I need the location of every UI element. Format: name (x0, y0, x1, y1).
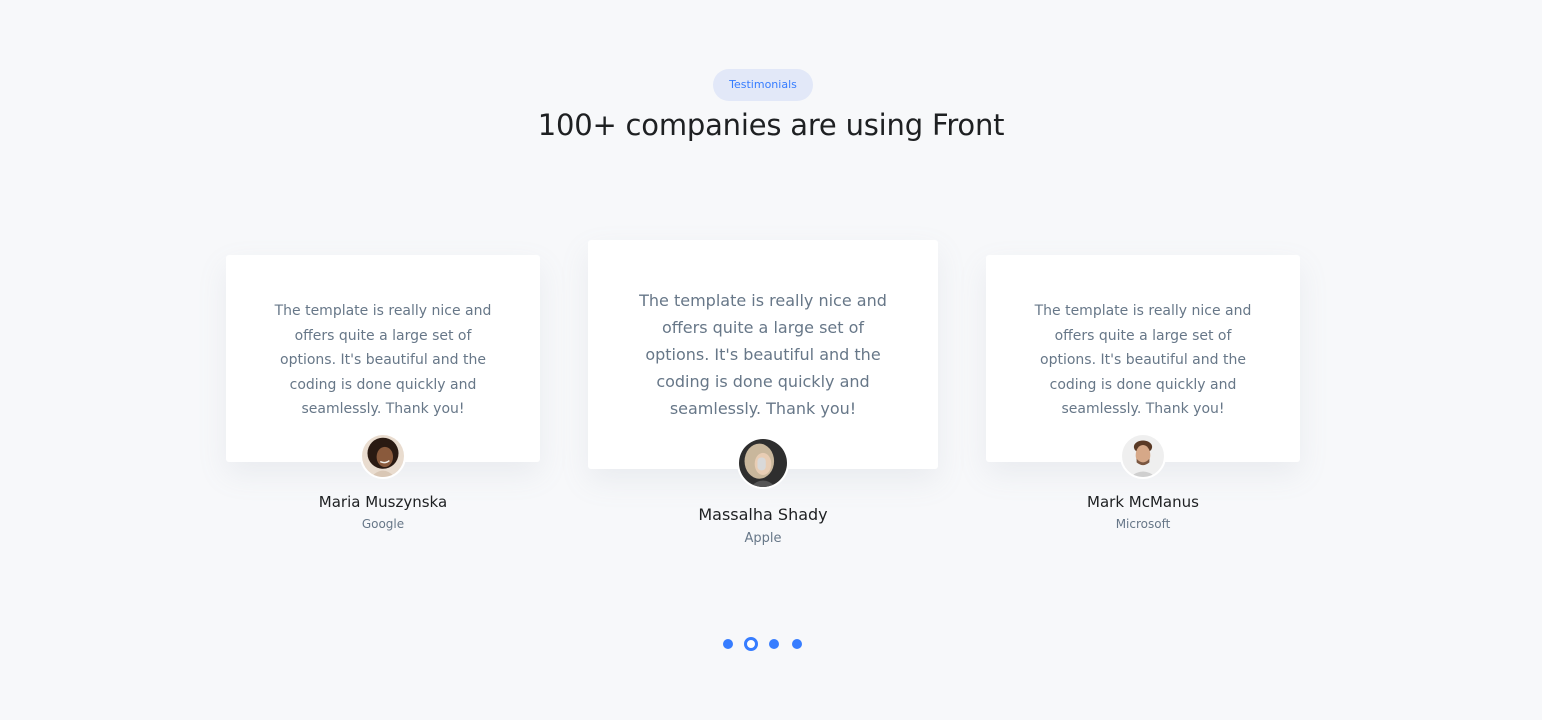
person-name: Mark McManus (1087, 493, 1199, 511)
avatar-massalha-shady (737, 437, 789, 489)
pagination-dot-3[interactable] (769, 639, 779, 649)
pagination-dot-1[interactable] (723, 639, 733, 649)
testimonial-quote: The template is really nice and offers q… (1034, 303, 1252, 417)
person-photo-icon (362, 435, 404, 477)
avatar-maria-muszynska (360, 433, 406, 479)
person-company: Microsoft (1115, 517, 1171, 531)
person-company: Apple (744, 531, 782, 546)
pagination-dot-2[interactable] (744, 637, 758, 651)
person-photo-icon (739, 439, 787, 487)
pagination-dot-4[interactable] (792, 639, 802, 649)
person-company: Google (361, 517, 405, 531)
testimonial-card-3: The template is really nice and offers q… (986, 255, 1300, 462)
section-title: 100+ companies are using Front (537, 108, 1005, 142)
testimonial-quote: The template is really nice and offers q… (639, 291, 887, 418)
testimonial-card-2: The template is really nice and offers q… (588, 240, 938, 469)
testimonials-badge: Testimonials (713, 69, 813, 101)
testimonial-card-1: The template is really nice and offers q… (226, 255, 540, 462)
avatar-mark-mcmanus (1120, 433, 1166, 479)
person-name: Massalha Shady (698, 505, 828, 524)
person-name: Maria Muszynska (318, 493, 448, 511)
testimonial-quote: The template is really nice and offers q… (274, 303, 492, 417)
person-photo-icon (1122, 435, 1164, 477)
